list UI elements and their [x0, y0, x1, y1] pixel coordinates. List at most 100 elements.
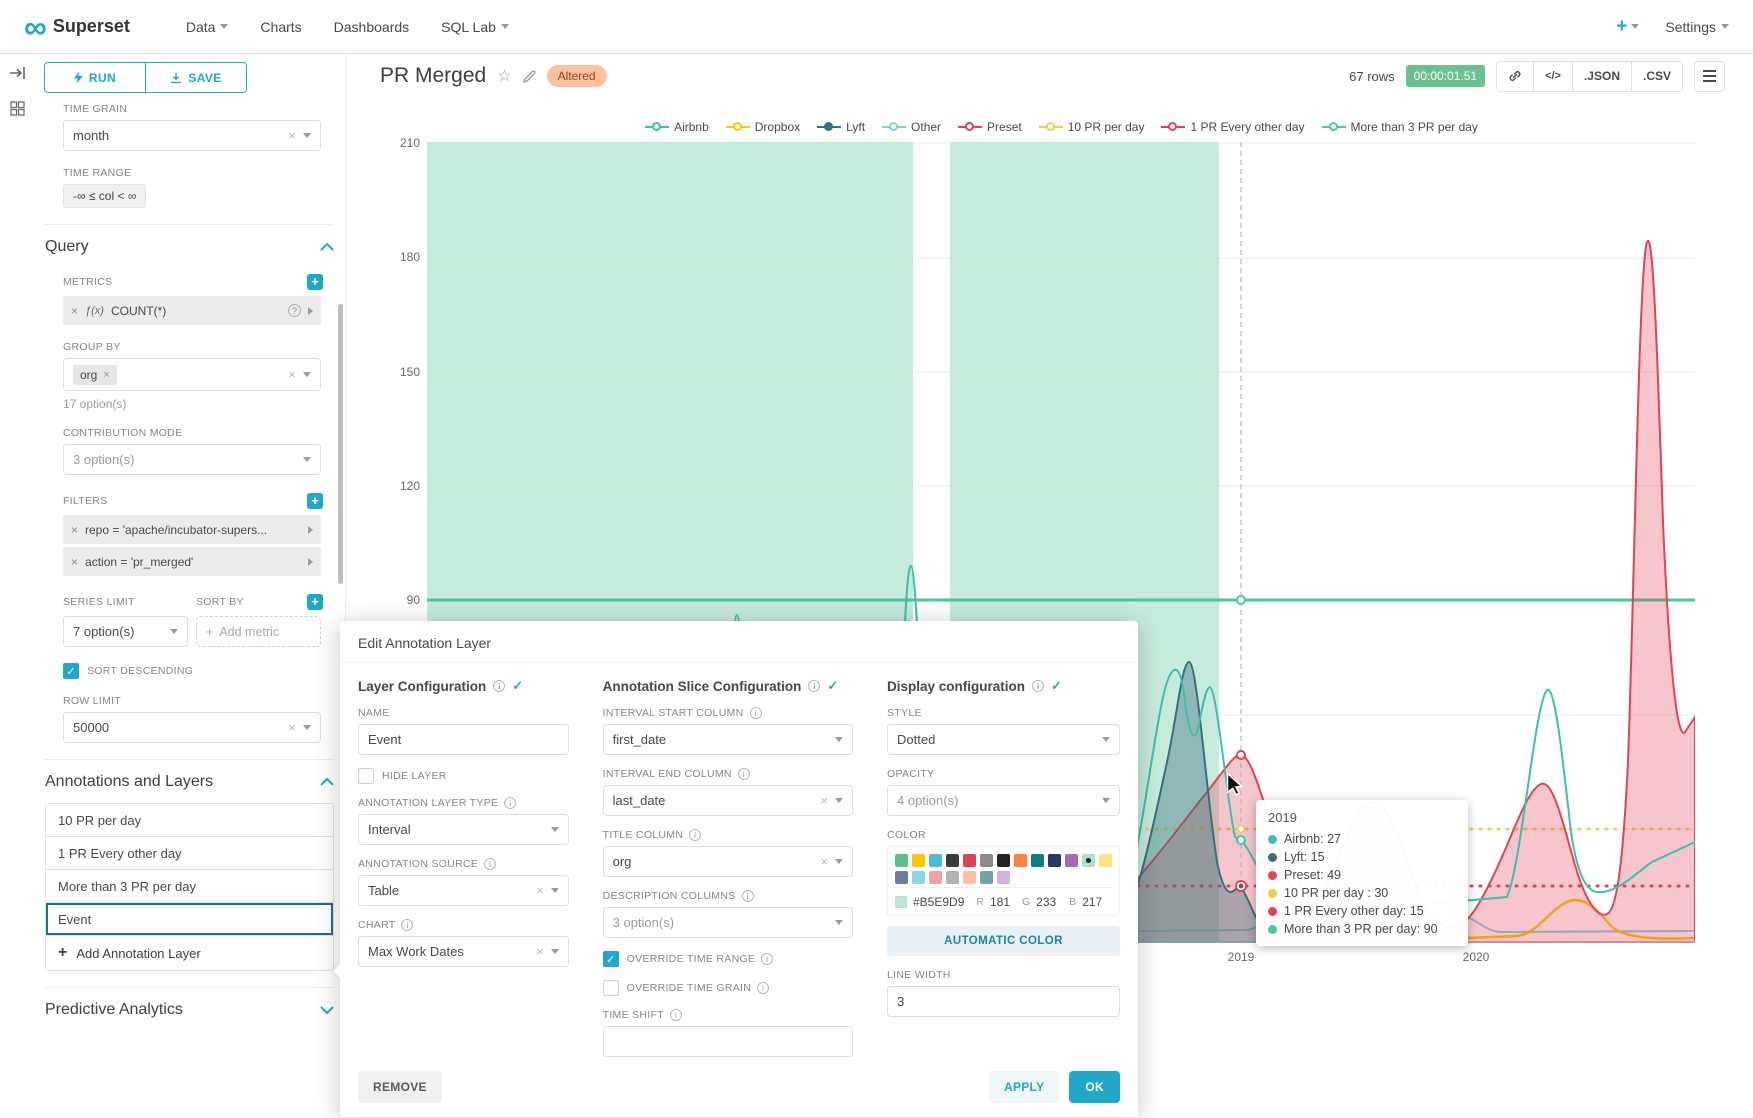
r-value[interactable]: 181: [990, 895, 1010, 909]
add-annotation-layer-button[interactable]: + Add Annotation Layer: [46, 936, 333, 970]
legend-item-more-than-3-pr-per-day[interactable]: More than 3 PR per day: [1322, 120, 1478, 134]
contribution-mode-select[interactable]: 3 option(s): [63, 444, 321, 475]
color-swatch[interactable]: [912, 854, 925, 867]
hex-value[interactable]: #B5E9D9: [913, 895, 964, 909]
nav-data[interactable]: Data: [186, 19, 229, 35]
legend-item-preset[interactable]: Preset: [958, 120, 1022, 134]
color-swatch[interactable]: [895, 871, 908, 884]
annotation-layer-type-select[interactable]: Interval: [358, 814, 569, 845]
remove-tag-icon[interactable]: ×: [103, 369, 109, 381]
altered-badge[interactable]: Altered: [547, 65, 607, 87]
remove-icon[interactable]: ×: [71, 304, 78, 318]
color-swatch[interactable]: [963, 854, 976, 867]
line-width-input[interactable]: [887, 986, 1120, 1017]
clear-icon[interactable]: ×: [820, 855, 828, 868]
color-swatch[interactable]: [1065, 854, 1078, 867]
query-section-header[interactable]: Query: [45, 238, 334, 256]
b-value[interactable]: 217: [1082, 895, 1102, 909]
color-swatch[interactable]: [929, 854, 942, 867]
row-limit-select[interactable]: 50000 ×: [63, 712, 321, 743]
nav-sql-lab[interactable]: SQL Lab: [441, 19, 509, 35]
new-button[interactable]: +: [1616, 16, 1639, 38]
add-filter-button[interactable]: +: [307, 493, 323, 509]
color-swatch[interactable]: [1048, 854, 1061, 867]
sort-by-add-metric[interactable]: + Add metric: [196, 616, 321, 647]
chart-select[interactable]: Max Work Dates ×: [358, 936, 569, 967]
remove-icon[interactable]: ×: [71, 555, 78, 569]
legend-item-lyft[interactable]: Lyft: [817, 120, 865, 134]
override-time-range-checkbox[interactable]: ✓ OVERRIDE TIME RANGEi: [603, 951, 853, 967]
opacity-select[interactable]: 4 option(s): [887, 785, 1120, 816]
clear-icon[interactable]: ×: [536, 945, 544, 958]
interval-end-select[interactable]: last_date ×: [603, 785, 853, 816]
filter-chip[interactable]: × action = 'pr_merged': [63, 547, 321, 576]
color-swatch[interactable]: [980, 871, 993, 884]
filter-chip[interactable]: × repo = 'apache/incubator-supers...: [63, 515, 321, 544]
automatic-color-button[interactable]: AUTOMATIC COLOR: [887, 926, 1120, 956]
collapse-datasource-icon[interactable]: [9, 66, 25, 85]
settings-menu[interactable]: Settings: [1665, 19, 1729, 35]
color-swatch[interactable]: [1031, 854, 1044, 867]
color-swatch[interactable]: [929, 871, 942, 884]
export-csv-button[interactable]: .CSV: [1631, 62, 1682, 91]
annotation-layer-row-selected[interactable]: Event: [46, 903, 333, 936]
color-swatch[interactable]: [912, 871, 925, 884]
color-swatch[interactable]: [997, 854, 1010, 867]
embed-code-button[interactable]: </>: [1533, 62, 1572, 91]
clear-icon[interactable]: ×: [536, 884, 544, 897]
annotation-layer-row[interactable]: 1 PR Every other day: [46, 837, 333, 870]
interval-start-select[interactable]: first_date: [603, 724, 853, 755]
clear-icon[interactable]: ×: [820, 794, 828, 807]
panel-scrollbar[interactable]: [338, 304, 343, 584]
superset-logo[interactable]: ∞ Superset: [24, 16, 130, 37]
legend-item-other[interactable]: Other: [882, 120, 941, 134]
favorite-star-icon[interactable]: ☆: [497, 66, 511, 86]
export-json-button[interactable]: .JSON: [1572, 62, 1631, 91]
run-button[interactable]: RUN: [44, 62, 145, 93]
chart-menu-button[interactable]: [1694, 61, 1725, 92]
nav-dashboards[interactable]: Dashboards: [334, 19, 410, 35]
color-swatch[interactable]: [946, 854, 959, 867]
legend-item-1-pr-every-other-day[interactable]: 1 PR Every other day: [1161, 120, 1304, 134]
sort-descending-checkbox[interactable]: ✓ SORT DESCENDING: [63, 663, 345, 679]
metric-chip[interactable]: × ƒ(x) COUNT(*) ?: [63, 296, 321, 325]
color-swatch[interactable]: [895, 854, 908, 867]
color-swatch[interactable]: [1082, 854, 1095, 867]
group-by-tag[interactable]: org×: [73, 365, 117, 385]
name-input[interactable]: [358, 724, 569, 755]
add-sort-button[interactable]: +: [307, 594, 323, 610]
save-button[interactable]: SAVE: [145, 62, 247, 93]
remove-button[interactable]: REMOVE: [358, 1071, 442, 1103]
ok-button[interactable]: OK: [1069, 1071, 1120, 1103]
override-time-grain-checkbox[interactable]: OVERRIDE TIME GRAINi: [603, 980, 853, 996]
g-value[interactable]: 233: [1036, 895, 1057, 909]
legend-item-airbnb[interactable]: Airbnb: [645, 120, 709, 134]
predictive-analytics-header[interactable]: Predictive Analytics: [45, 1001, 334, 1019]
time-shift-input[interactable]: [603, 1026, 853, 1057]
color-swatch[interactable]: [963, 871, 976, 884]
annotation-layer-row[interactable]: More than 3 PR per day: [46, 870, 333, 903]
color-swatch[interactable]: [980, 854, 993, 867]
style-select[interactable]: Dotted: [887, 724, 1120, 755]
group-by-select[interactable]: org× ×: [63, 358, 321, 391]
hide-layer-checkbox[interactable]: HIDE LAYER: [358, 768, 569, 784]
legend-item-10-pr-per-day[interactable]: 10 PR per day: [1039, 120, 1145, 134]
color-swatch[interactable]: [997, 871, 1010, 884]
annotations-section-header[interactable]: Annotations and Layers: [45, 773, 334, 791]
color-swatch[interactable]: [1099, 854, 1112, 867]
edit-properties-icon[interactable]: [523, 70, 536, 83]
clear-icon[interactable]: ×: [288, 721, 296, 734]
annotation-layer-row[interactable]: 10 PR per day: [46, 804, 333, 837]
apply-button[interactable]: APPLY: [989, 1071, 1059, 1103]
time-grain-select[interactable]: month ×: [63, 120, 321, 151]
clear-icon[interactable]: ×: [288, 129, 296, 142]
copy-link-button[interactable]: [1497, 62, 1533, 91]
annotation-source-select[interactable]: Table ×: [358, 875, 569, 906]
clear-icon[interactable]: ×: [288, 368, 296, 381]
datasource-grid-icon[interactable]: [10, 101, 25, 121]
add-metric-button[interactable]: +: [307, 274, 323, 290]
series-limit-select[interactable]: 7 option(s): [63, 616, 188, 647]
color-swatch[interactable]: [946, 871, 959, 884]
description-columns-select[interactable]: 3 option(s): [603, 907, 853, 938]
time-range-chip[interactable]: -∞ ≤ col < ∞: [63, 184, 146, 208]
